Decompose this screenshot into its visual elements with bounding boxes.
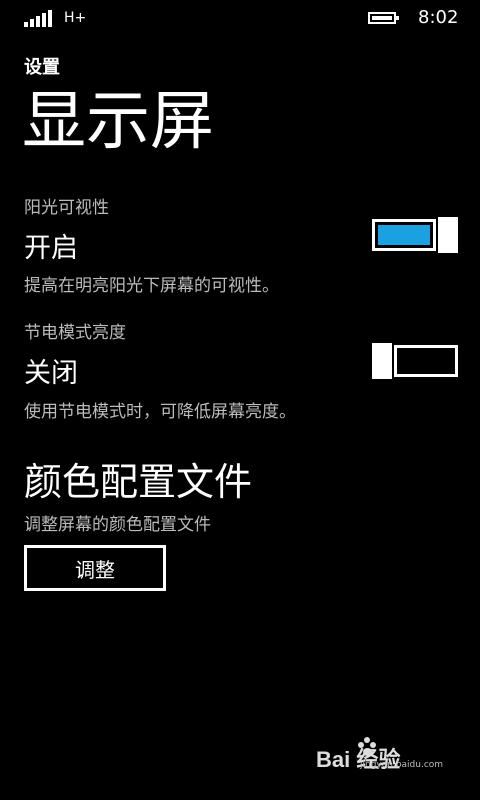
paw-icon [356,736,378,758]
battery-icon [368,12,399,24]
baidu-watermark: Bai 经验 jingyan.baidu.com [316,736,456,776]
toggle-track [372,219,436,251]
toggle-thumb[interactable] [438,217,458,253]
battery-saver-brightness-label: 节电模式亮度 [24,323,126,343]
adjust-button[interactable]: 调整 [24,545,166,591]
color-profile-description: 调整屏幕的颜色配置文件 [24,515,211,535]
battery-saver-brightness-state: 关闭 [24,358,78,389]
battery-saver-brightness-description: 使用节电模式时，可降低屏幕亮度。 [24,402,296,422]
page-title: 显示屏 [22,85,214,159]
battery-saver-brightness-toggle[interactable] [372,343,458,379]
sunlight-readability-label: 阳光可视性 [24,198,109,218]
app-title: 设置 [24,57,60,78]
sunlight-readability-state: 开启 [24,233,78,264]
watermark-url: jingyan.baidu.com [360,760,444,770]
toggle-track [394,345,458,377]
sunlight-readability-description: 提高在明亮阳光下屏幕的可视性。 [24,276,279,296]
sunlight-readability-toggle[interactable] [372,217,458,253]
network-type: H+ [64,10,87,26]
clock: 8:02 [418,7,459,28]
color-profile-title: 颜色配置文件 [24,460,253,504]
status-bar: H+ 8:02 [0,0,480,36]
toggle-thumb[interactable] [372,343,392,379]
signal-icon [24,9,54,27]
